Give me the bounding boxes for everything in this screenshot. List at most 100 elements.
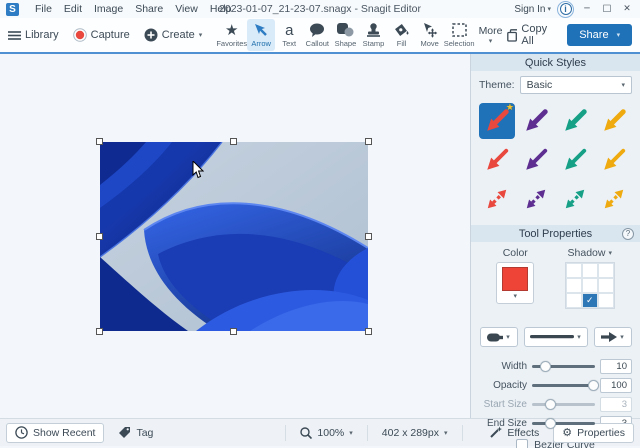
tool-fill[interactable]: Fill <box>388 19 416 51</box>
quick-style-arrow[interactable] <box>596 142 632 178</box>
chevron-down-icon: ▾ <box>621 81 625 89</box>
shadow-cell[interactable] <box>581 263 598 278</box>
color-label: Color <box>502 247 528 259</box>
favorite-star-icon: ★ <box>505 103 514 113</box>
line-style-dropdown[interactable]: ▾ <box>523 327 588 347</box>
quick-style-arrow[interactable] <box>479 142 515 178</box>
tool-callout[interactable]: Callout <box>303 19 331 51</box>
selection-handle[interactable] <box>230 328 237 335</box>
arrow-tail-style-dropdown[interactable]: ▾ <box>479 327 518 347</box>
arrow-cursor-icon <box>253 22 269 38</box>
library-button[interactable]: Library <box>8 29 59 41</box>
menu-edit[interactable]: Edit <box>64 3 82 15</box>
tool-shape[interactable]: Shape <box>331 19 359 51</box>
slider-thumb[interactable] <box>544 418 556 429</box>
tool-arrow[interactable]: Arrow <box>247 19 276 51</box>
minimize-button[interactable]: ─ <box>580 4 594 14</box>
slider-row: Opacity 100 <box>479 376 632 395</box>
quick-style-arrow[interactable] <box>596 103 632 139</box>
chevron-down-icon: ▾ <box>506 333 510 341</box>
fill-bucket-icon <box>394 22 410 38</box>
menu-file[interactable]: File <box>35 3 52 15</box>
shadow-cell[interactable] <box>565 278 582 293</box>
tool-favorites[interactable]: ★ Favorites <box>216 19 247 51</box>
quick-style-arrow[interactable] <box>518 181 554 217</box>
slider-row: Width 10 <box>479 357 632 376</box>
slider-label: Opacity <box>493 380 527 391</box>
slider-thumb[interactable] <box>588 380 600 391</box>
slider-value[interactable]: 10 <box>600 359 632 374</box>
slider-track[interactable] <box>532 361 595 372</box>
menu-view[interactable]: View <box>175 3 198 15</box>
canvas-size-control[interactable]: 402 x 289px ▾ <box>374 423 456 443</box>
quick-style-arrow[interactable] <box>518 142 554 178</box>
tool-text[interactable]: a Text <box>275 19 303 51</box>
slider-label: Width <box>501 361 527 372</box>
tool-selection[interactable]: Selection <box>444 19 475 51</box>
quick-style-arrow[interactable] <box>557 142 593 178</box>
create-button[interactable]: Create ▾ <box>144 28 202 42</box>
slider-track[interactable] <box>532 399 595 410</box>
quick-style-arrow[interactable]: ★ <box>479 103 515 139</box>
slider-value[interactable]: 100 <box>600 378 632 393</box>
copy-icon <box>506 28 518 42</box>
more-tools-button[interactable]: More ▾ <box>479 25 503 45</box>
chevron-down-icon: ▾ <box>608 249 612 257</box>
menu-image[interactable]: Image <box>94 3 123 15</box>
copy-all-button[interactable]: Copy All <box>506 23 556 47</box>
shadow-cell[interactable] <box>565 263 582 278</box>
arrow-head-style-dropdown[interactable]: ▾ <box>593 327 632 347</box>
slider-value[interactable]: 3 <box>600 397 632 412</box>
plus-circle-icon <box>144 28 158 42</box>
quick-style-arrow[interactable] <box>479 181 515 217</box>
slider-track[interactable] <box>532 418 595 429</box>
quick-style-arrow[interactable] <box>596 181 632 217</box>
selection-handle[interactable] <box>96 138 103 145</box>
selection-handle[interactable] <box>365 328 372 335</box>
selection-handle[interactable] <box>96 328 103 335</box>
menu-share[interactable]: Share <box>135 3 163 15</box>
quick-style-arrow[interactable] <box>557 181 593 217</box>
shadow-label[interactable]: Shadow ▾ <box>568 247 612 259</box>
shadow-cell[interactable] <box>581 278 598 293</box>
shadow-direction-grid: ✓ <box>564 262 615 309</box>
captured-image[interactable] <box>96 138 372 335</box>
quick-style-arrow[interactable] <box>557 103 593 139</box>
tool-move[interactable]: Move <box>416 19 444 51</box>
menu-help[interactable]: Help <box>210 3 232 15</box>
slider-track[interactable] <box>532 380 600 391</box>
color-picker-button[interactable]: ▾ <box>496 262 535 304</box>
show-recent-button[interactable]: Show Recent <box>6 422 105 443</box>
tag-button[interactable]: Tag <box>110 423 161 443</box>
toolbar: Library Capture Create ▾ ★ Favorites Arro… <box>0 18 640 54</box>
editor-canvas[interactable] <box>0 54 470 418</box>
selection-handle[interactable] <box>365 138 372 145</box>
slider-thumb[interactable] <box>544 399 556 410</box>
capture-button[interactable]: Capture <box>72 28 130 42</box>
shadow-cell[interactable] <box>597 263 614 278</box>
slider-thumb[interactable] <box>539 361 551 372</box>
shadow-cell[interactable] <box>565 293 582 308</box>
selection-handle[interactable] <box>230 138 237 145</box>
maximize-button[interactable]: ☐ <box>600 4 614 15</box>
sign-in-button[interactable]: Sign In ▾ <box>514 4 551 15</box>
quick-style-arrow[interactable] <box>518 103 554 139</box>
info-icon[interactable]: i <box>559 3 572 15</box>
head-style-icon <box>601 332 618 342</box>
stamp-icon <box>366 22 381 38</box>
close-button[interactable]: ✕ <box>620 4 634 14</box>
shadow-cell[interactable] <box>597 278 614 293</box>
selection-handle[interactable] <box>365 233 372 240</box>
zoom-control[interactable]: 100% ▾ <box>292 423 360 443</box>
line-style-icon <box>530 335 575 339</box>
selection-handle[interactable] <box>96 233 103 240</box>
chevron-down-icon: ▾ <box>513 291 517 300</box>
help-icon[interactable]: ? <box>622 227 634 240</box>
theme-select[interactable]: Basic ▾ <box>519 76 632 94</box>
share-button[interactable]: Share ▾ <box>567 24 632 46</box>
shadow-cell-selected[interactable]: ✓ <box>581 293 598 308</box>
callout-icon <box>309 22 325 38</box>
tool-stamp[interactable]: Stamp <box>359 19 387 51</box>
shadow-cell[interactable] <box>597 293 614 308</box>
snagit-logo-icon: S <box>6 2 19 16</box>
